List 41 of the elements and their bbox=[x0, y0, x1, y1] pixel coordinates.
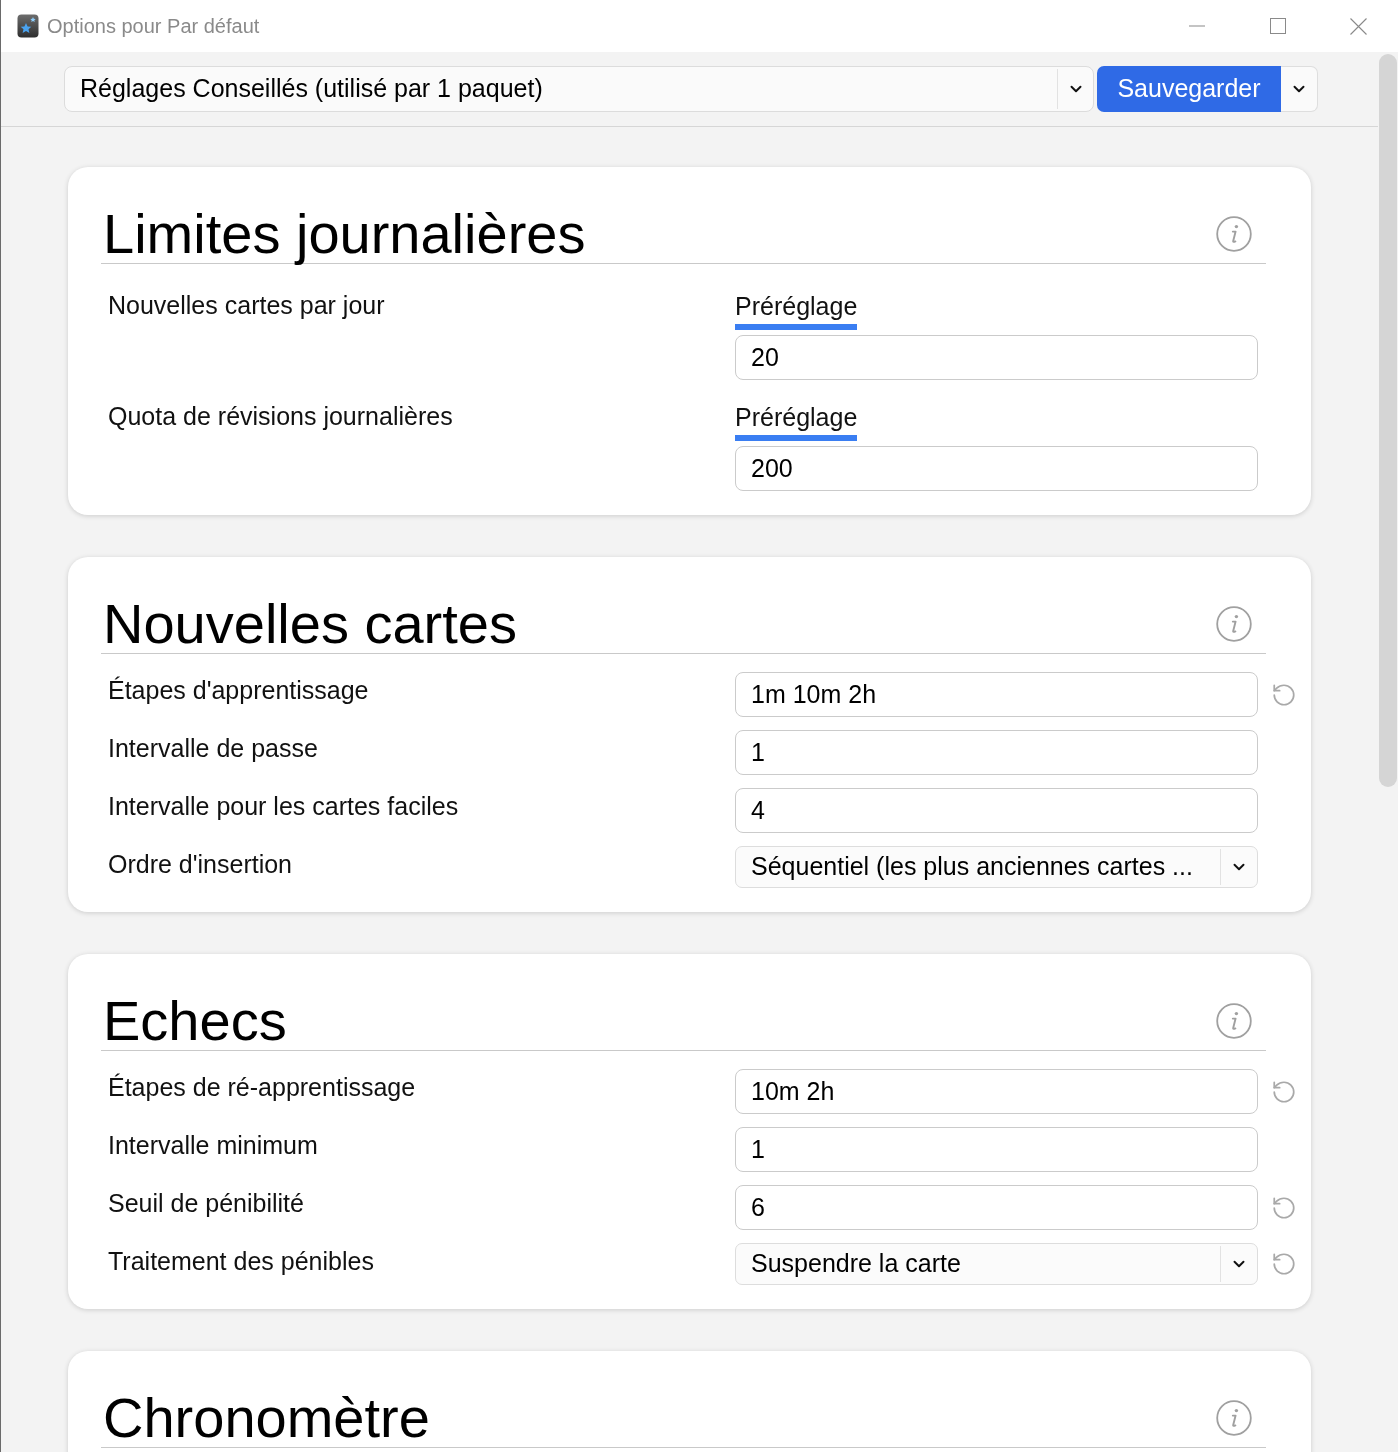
reset-icon[interactable] bbox=[1271, 1251, 1297, 1277]
reset-icon[interactable] bbox=[1271, 1078, 1297, 1105]
setting-label: Quota de révisions journalières bbox=[107, 401, 454, 432]
setting-label: Ordre d'insertion bbox=[107, 849, 294, 880]
section-title: Nouvelles cartes bbox=[102, 595, 517, 653]
save-button[interactable]: Sauvegarder bbox=[1097, 66, 1281, 112]
setting-label: Intervalle de passe bbox=[107, 733, 319, 764]
text-field[interactable]: 20 bbox=[735, 335, 1258, 380]
setting-label: Intervalle pour les cartes faciles bbox=[107, 791, 460, 822]
setting-label: Étapes d'apprentissage bbox=[107, 675, 370, 706]
setting-label: Étapes de ré-apprentissage bbox=[107, 1072, 417, 1103]
reset-icon[interactable] bbox=[1271, 1194, 1297, 1221]
section-title: Echecs bbox=[102, 992, 287, 1050]
section-title: Limites journalières bbox=[102, 205, 586, 263]
select-dropdown[interactable]: Suspendre la carte bbox=[735, 1243, 1258, 1285]
save-options-button[interactable] bbox=[1281, 66, 1318, 112]
text-field[interactable]: 4 bbox=[735, 788, 1258, 833]
scrollbar-thumb[interactable] bbox=[1379, 54, 1397, 787]
text-field[interactable]: 200 bbox=[735, 446, 1258, 491]
text-field[interactable]: 1 bbox=[735, 730, 1258, 775]
setting-label: Intervalle minimum bbox=[107, 1130, 319, 1161]
select-dropdown[interactable]: Séquentiel (les plus anciennes cartes ... bbox=[735, 846, 1258, 888]
setting-label: Nouvelles cartes par jour bbox=[107, 290, 386, 321]
text-field[interactable]: 10m 2h bbox=[735, 1069, 1258, 1114]
reset-icon[interactable] bbox=[1271, 681, 1297, 708]
maximize-icon bbox=[1269, 18, 1286, 34]
minimize-icon bbox=[1188, 25, 1205, 27]
setting-label: Seuil de pénibilité bbox=[107, 1188, 305, 1219]
info-icon[interactable] bbox=[1216, 1400, 1252, 1436]
info-icon[interactable] bbox=[1216, 606, 1252, 642]
text-field[interactable]: 6 bbox=[735, 1185, 1258, 1230]
info-icon[interactable] bbox=[1216, 216, 1252, 252]
preset-select[interactable]: Réglages Conseillés (utilisé par 1 paquet) bbox=[64, 66, 1094, 112]
text-field[interactable]: 1m 10m 2h bbox=[735, 672, 1258, 717]
app-icon bbox=[17, 14, 39, 38]
setting-label: Traitement des pénibles bbox=[107, 1246, 375, 1277]
window-title: Options pour Par défaut bbox=[47, 14, 260, 39]
text-field[interactable]: 1 bbox=[735, 1127, 1258, 1172]
close-icon bbox=[1349, 17, 1367, 35]
section-title: Chronomètre bbox=[102, 1389, 430, 1447]
info-icon[interactable] bbox=[1216, 1003, 1252, 1039]
